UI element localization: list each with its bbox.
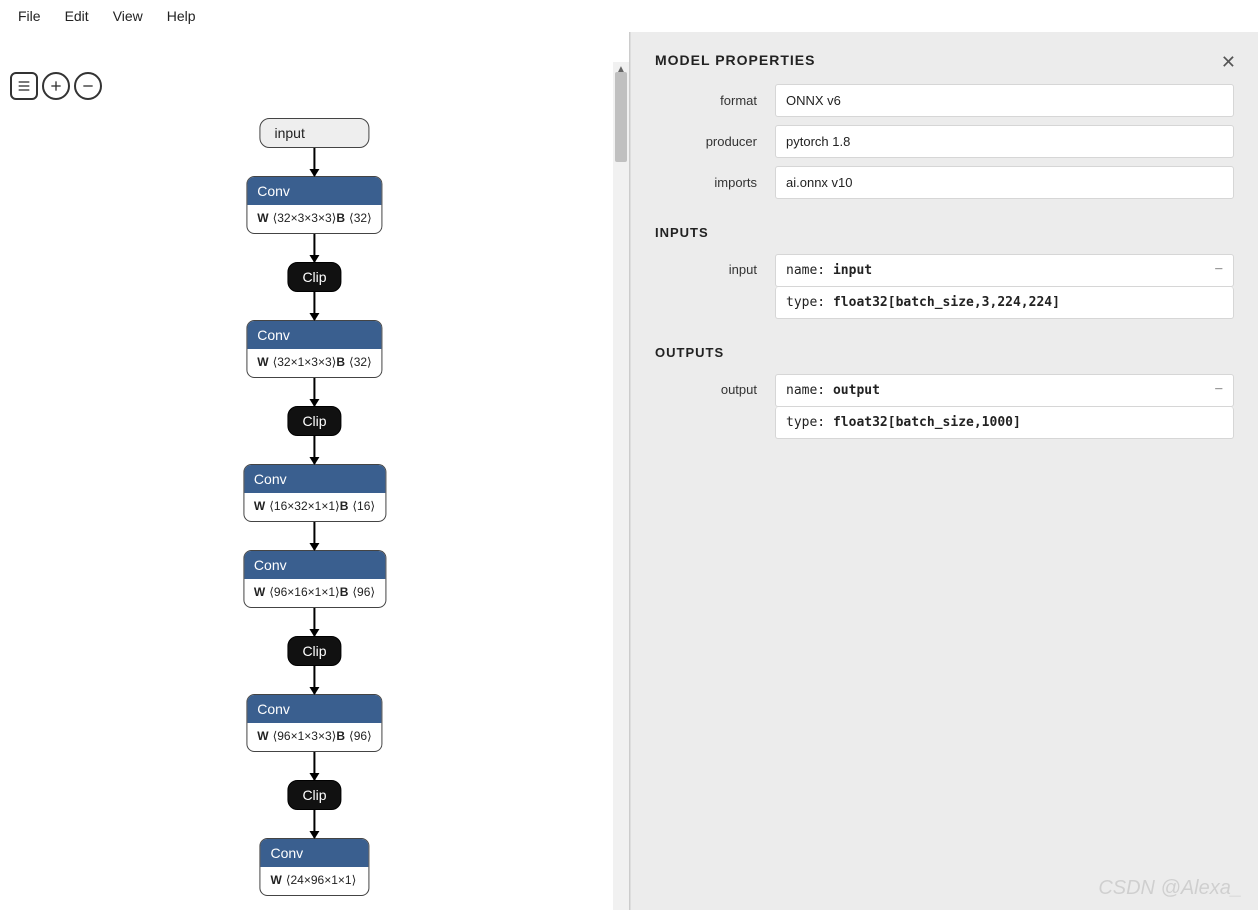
sidebar-title: MODEL PROPERTIES [655,52,1234,68]
graph-scrollbar[interactable]: ▲ [613,62,629,910]
close-icon[interactable]: ✕ [1221,52,1236,73]
graph-node-conv[interactable]: Conv W⟨96×1×3×3⟩ B⟨96⟩ [246,694,382,752]
graph-node-clip[interactable]: Clip [287,636,341,666]
graph-node-clip[interactable]: Clip [287,262,341,292]
input-name-row[interactable]: name: input − [775,254,1234,287]
scroll-thumb[interactable] [615,72,627,162]
graph-node-conv[interactable]: Conv W⟨24×96×1×1⟩ [260,838,370,896]
inputs-heading: INPUTS [655,225,1234,240]
graph-edge [314,292,316,320]
outputs-heading: OUTPUTS [655,345,1234,360]
node-params: W⟨16×32×1×1⟩ B⟨16⟩ [244,493,385,521]
graph-node-conv[interactable]: Conv W⟨32×1×3×3⟩ B⟨32⟩ [246,320,382,378]
node-params: W⟨32×1×3×3⟩ B⟨32⟩ [247,349,381,377]
graph-node-conv[interactable]: Conv W⟨16×32×1×1⟩ B⟨16⟩ [243,464,386,522]
node-title: Conv [261,839,369,867]
node-title: Conv [247,695,381,723]
prop-producer: producer pytorch 1.8 [655,125,1234,158]
graph-edge [314,436,316,464]
graph-edge [314,810,316,838]
menubar: File Edit View Help [0,0,1258,32]
node-title: Conv [244,465,385,493]
graph-edge [314,666,316,694]
properties-sidebar: ✕ MODEL PROPERTIES format ONNX v6 produc… [630,32,1258,910]
menu-edit[interactable]: Edit [55,4,99,28]
output-block: output name: output − type: float32[batc… [655,374,1234,439]
node-params: W⟨32×3×3×3⟩ B⟨32⟩ [247,205,381,233]
prop-imports: imports ai.onnx v10 [655,166,1234,199]
collapse-icon[interactable]: − [1215,381,1223,397]
graph-node-input[interactable]: input [260,118,370,148]
graph-pane[interactable]: input Conv W⟨32×3×3×3⟩ B⟨32⟩ Clip Conv [0,32,630,910]
collapse-icon[interactable]: − [1215,261,1223,277]
graph-edge [314,752,316,780]
graph-edge [314,608,316,636]
input-block: input name: input − type: float32[batch_… [655,254,1234,319]
node-params: W⟨96×1×3×3⟩ B⟨96⟩ [247,723,381,751]
prop-format: format ONNX v6 [655,84,1234,117]
graph-node-clip[interactable]: Clip [287,406,341,436]
input-type-row: type: float32[batch_size,3,224,224] [775,287,1234,319]
graph-edge [314,522,316,550]
menu-help[interactable]: Help [157,4,206,28]
graph-edge [314,378,316,406]
graph-node-conv[interactable]: Conv W⟨96×16×1×1⟩ B⟨96⟩ [243,550,386,608]
graph-canvas[interactable]: input Conv W⟨32×3×3×3⟩ B⟨32⟩ Clip Conv [0,32,629,910]
node-title: Conv [244,551,385,579]
node-title: Conv [247,321,381,349]
node-params: W⟨24×96×1×1⟩ [261,867,369,895]
output-type-row: type: float32[batch_size,1000] [775,407,1234,439]
graph-node-clip[interactable]: Clip [287,780,341,810]
output-name-row[interactable]: name: output − [775,374,1234,407]
graph-node-conv[interactable]: Conv W⟨32×3×3×3⟩ B⟨32⟩ [246,176,382,234]
graph-edge [314,148,316,176]
graph-edge [314,234,316,262]
menu-view[interactable]: View [103,4,153,28]
node-title: Conv [247,177,381,205]
menu-file[interactable]: File [8,4,51,28]
node-params: W⟨96×16×1×1⟩ B⟨96⟩ [244,579,385,607]
